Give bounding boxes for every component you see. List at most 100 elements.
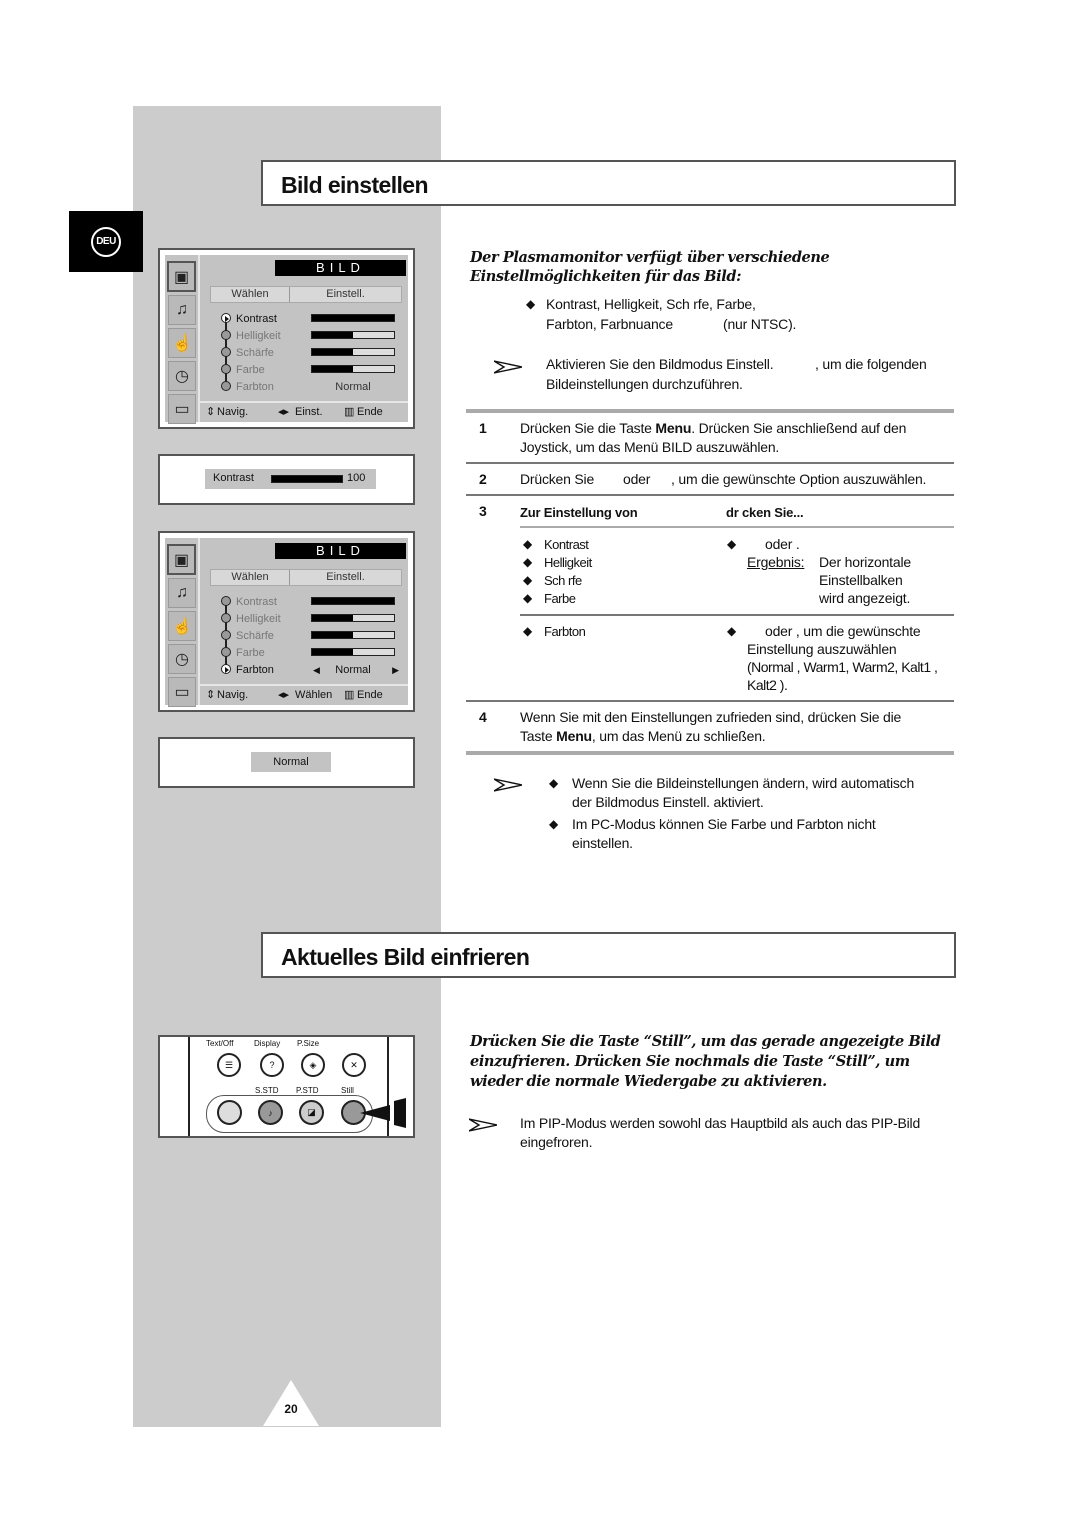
step4-line1: Wenn Sie mit den Einstellungen zufrieden…	[520, 709, 902, 725]
divider	[466, 700, 954, 702]
table-action: Einstellung auszuwählen	[747, 641, 897, 657]
note-line2: Bildeinstellungen durchzuführen.	[546, 376, 743, 392]
text-off-button[interactable]: ☰	[217, 1053, 241, 1077]
bullet-diamond-icon: ◆	[727, 537, 737, 551]
language-badge: DEU	[91, 226, 121, 257]
step1-text: . Drücken Sie anschließend auf den	[691, 420, 907, 436]
bullet-diamond-icon: ◆	[526, 297, 536, 311]
feature-list-line2b: (nur NTSC).	[723, 316, 797, 332]
osd-header: Wählen Einstell.	[210, 286, 402, 303]
info-label: Kontrast	[213, 472, 254, 484]
bullet-diamond-icon: ◆	[523, 555, 533, 569]
osd-item-farbe[interactable]: Farbe	[221, 362, 411, 378]
bullet-diamond-icon: ◆	[523, 591, 533, 605]
footer-adjust-label: Einst.	[295, 406, 323, 418]
footer-nav-label: Navig.	[217, 689, 249, 701]
osd-level-bar	[311, 348, 395, 356]
bullet-diamond-icon: ◆	[727, 624, 737, 638]
note-line1a: Aktivieren Sie den Bildmodus Einstell.	[546, 356, 774, 372]
osd-menu-1: ▣ ♫ ☝ ◷ ▭ BILD Wählen Einstell. Kontrast…	[158, 248, 415, 429]
osd-header: Wählen Einstell.	[210, 569, 402, 586]
footer-nav-label: Navig.	[217, 406, 249, 418]
step-number: 2	[479, 471, 487, 487]
osd-item-value-wrap: ◀ Normal ▶	[311, 662, 399, 678]
osd-item-schaerfe[interactable]: Schärfe	[221, 345, 411, 361]
farbton-info-box: Normal	[158, 737, 415, 788]
osd-item-kontrast[interactable]: Kontrast	[221, 594, 411, 610]
menu-key-label: Menu	[556, 728, 592, 744]
osd-footer: ⇕ Navig. ◂▸ Wählen ▥ Ende	[200, 684, 408, 705]
osd-level-fill	[312, 615, 353, 621]
osd-col-select: Wählen	[211, 287, 290, 302]
section-title-bild-einfrieren: Aktuelles Bild einfrieren	[261, 932, 956, 978]
osd-level-bar	[311, 365, 395, 373]
remote-label: S.STD	[255, 1086, 279, 1095]
osd-level-fill	[312, 349, 353, 355]
osd-item-helligkeit[interactable]: Helligkeit	[221, 611, 411, 627]
table-header-col2: dr cken Sie...	[726, 505, 804, 520]
note-arrow-icon	[494, 778, 522, 792]
osd-item-label: Kontrast	[236, 596, 277, 608]
section-title-bild-einstellen: Bild einstellen	[261, 160, 956, 206]
osd-col-adjust: Einstell.	[326, 288, 365, 300]
display-button[interactable]: ?	[260, 1053, 284, 1077]
osd-item-kontrast[interactable]: Kontrast	[221, 311, 411, 327]
remote-label: Text/Off	[206, 1039, 234, 1048]
osd-item-label: Schärfe	[236, 347, 274, 359]
info-value: 100	[347, 472, 366, 484]
osd-sidebar: ▣ ♫ ☝ ◷ ▭	[165, 538, 200, 707]
table-action: (Normal , Warm1, Warm2, Kalt1 ,	[747, 659, 938, 675]
osd-item-helligkeit[interactable]: Helligkeit	[221, 328, 411, 344]
page-number: 20	[284, 1402, 298, 1416]
right-arrow-icon[interactable]: ▶	[392, 662, 399, 678]
osd-item-label: Kontrast	[236, 313, 277, 325]
language-tab: DEU	[69, 211, 143, 272]
osd-footer: ⇕ Navig. ◂▸ Einst. ▥ Ende	[200, 401, 408, 422]
note-text: der Bildmodus Einstell. aktiviert.	[572, 794, 764, 810]
teletext-cancel-button[interactable]: ✕	[342, 1053, 366, 1077]
osd-item-label: Helligkeit	[236, 613, 281, 625]
step4-text: , um das Menü zu schließen.	[591, 728, 766, 744]
bullet-diamond-icon: ◆	[523, 537, 533, 551]
item-indicator-icon	[221, 596, 231, 606]
note-arrow-icon	[469, 1118, 497, 1132]
section-title-text: Bild einstellen	[281, 172, 429, 198]
footer-exit-label: Ende	[357, 406, 383, 418]
osd-item-value: Normal	[335, 381, 371, 393]
step4-line2: Taste Menu, um das Menü zu schließen.	[520, 727, 766, 746]
sstd-button[interactable]: ♪	[258, 1100, 283, 1125]
step-number: 4	[479, 709, 487, 725]
bullet-diamond-icon: ◆	[523, 573, 533, 587]
updown-arrow-icon: ⇕	[206, 406, 216, 418]
table-item: Farbton	[544, 624, 586, 639]
remote-control-illustration: Text/Off Display P.Size ☰ ? ◈ ✕ S.STD P.…	[158, 1035, 415, 1138]
item-indicator-icon	[221, 364, 231, 374]
bullet-diamond-icon: ◆	[549, 776, 559, 790]
osd-title: BILD	[275, 543, 406, 559]
remote-label: Still	[341, 1086, 354, 1095]
tv-setup-icon: ▭	[168, 394, 196, 424]
osd-item-farbe[interactable]: Farbe	[221, 645, 411, 661]
note-arrow-icon	[494, 360, 522, 374]
left-arrow-icon[interactable]: ◀	[313, 662, 320, 678]
divider	[466, 409, 954, 413]
osd-item-farbton[interactable]: Farbton ◀ Normal ▶	[221, 662, 411, 678]
osd-level-fill	[312, 332, 353, 338]
osd-level-bar	[311, 597, 395, 605]
table-item: Helligkeit	[544, 555, 592, 570]
music-note-icon: ♫	[168, 578, 196, 608]
osd-item-farbton[interactable]: Farbton Normal	[221, 379, 411, 395]
kontrast-info-box: Kontrast 100	[158, 454, 415, 505]
osd-level-fill	[312, 366, 353, 372]
table-item: Kontrast	[544, 537, 589, 552]
blank-button[interactable]	[217, 1100, 242, 1125]
osd-level-fill	[312, 315, 394, 321]
remote-edge	[188, 1037, 190, 1136]
osd-level-fill	[312, 632, 353, 638]
table-action: oder .	[765, 536, 800, 552]
osd-level-bar	[311, 331, 395, 339]
osd-title: BILD	[275, 260, 406, 276]
pstd-button[interactable]: ◪	[299, 1100, 324, 1125]
psize-button[interactable]: ◈	[301, 1053, 325, 1077]
osd-item-schaerfe[interactable]: Schärfe	[221, 628, 411, 644]
